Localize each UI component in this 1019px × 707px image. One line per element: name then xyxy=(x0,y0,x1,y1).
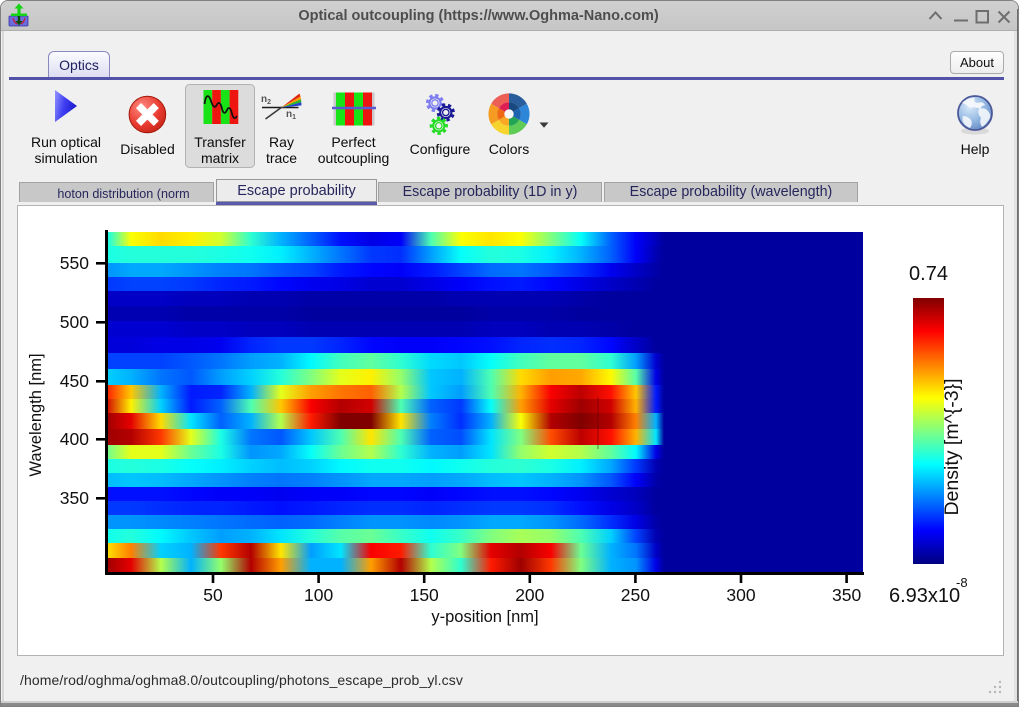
svg-text:150: 150 xyxy=(410,585,439,605)
svg-text:Wavelength [nm]: Wavelength [nm] xyxy=(27,353,45,476)
svg-text:200: 200 xyxy=(515,585,544,605)
svg-text:Density [m^{-3}]: Density [m^{-3}] xyxy=(941,378,963,515)
svg-text:y-position [nm]: y-position [nm] xyxy=(431,608,538,626)
svg-text:250: 250 xyxy=(621,585,650,605)
svg-text:100: 100 xyxy=(304,585,333,605)
svg-text:500: 500 xyxy=(60,312,89,332)
svg-text:350: 350 xyxy=(832,585,861,605)
svg-text:450: 450 xyxy=(60,371,89,391)
svg-text:0.74: 0.74 xyxy=(909,263,948,285)
svg-text:6.93x10: 6.93x10 xyxy=(889,585,960,607)
svg-text:400: 400 xyxy=(60,429,89,449)
svg-text:50: 50 xyxy=(203,585,223,605)
svg-text:300: 300 xyxy=(726,585,755,605)
svg-text:-8: -8 xyxy=(956,575,968,590)
svg-text:350: 350 xyxy=(60,488,89,508)
svg-text:550: 550 xyxy=(60,253,89,273)
